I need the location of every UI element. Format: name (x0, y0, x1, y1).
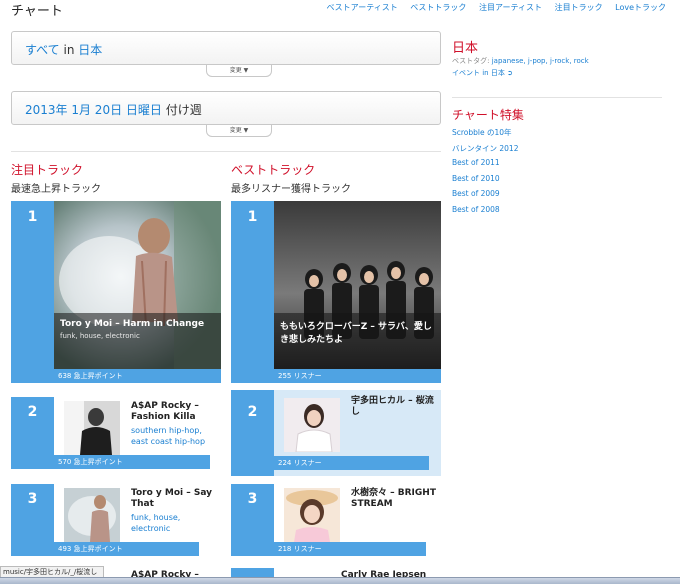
scope-country-link[interactable]: 日本 (78, 43, 102, 57)
sidebar-top-tags: ベストタグ: japanese, j-pop, j-rock, rock (452, 56, 589, 66)
feature-link[interactable]: Scrobble の10年 (452, 128, 512, 137)
feature-link[interactable]: Best of 2010 (452, 174, 500, 183)
list-item: バレンタイン 2012 (452, 143, 518, 159)
track-info: 水樹奈々 – BRIGHT STREAM (351, 488, 441, 510)
track-thumbnail[interactable] (64, 488, 120, 542)
top-tags-label: ベストタグ: (452, 57, 490, 65)
rank-number: 1 (11, 201, 54, 383)
listeners-bar: 224 リスナー (274, 456, 429, 470)
rank-number: 2 (231, 390, 274, 476)
track-tags[interactable]: funk, house, electronic (131, 512, 221, 534)
top-tags-links[interactable]: japanese, j-pop, j-rock, rock (492, 57, 589, 65)
track-title[interactable]: 宇多田ヒカル – 桜流し (351, 396, 441, 418)
top-track-card[interactable]: 3 水樹奈々 – BRIGHT STREAM 218 リスナー (231, 484, 441, 556)
rank-number: 3 (231, 484, 274, 556)
chart-features-list: Scrobble の10年 バレンタイン 2012 Best of 2011 B… (452, 127, 518, 220)
track-thumbnail[interactable] (284, 398, 340, 452)
list-item: Scrobble の10年 (452, 127, 518, 143)
track-tags[interactable]: southern hip-hop, east coast hip-hop (131, 425, 221, 447)
points-bar: 638 急上昇ポイント (54, 369, 221, 383)
feature-link[interactable]: Best of 2009 (452, 189, 500, 198)
nav-hot-tracks[interactable]: 注目トラック (555, 3, 603, 12)
track-title[interactable]: 水樹奈々 – BRIGHT STREAM (351, 488, 441, 510)
track-info: 宇多田ヒカル – 桜流し (351, 396, 441, 418)
scope-filter: すべて in 日本 変更 ▼ (11, 31, 441, 77)
week-change-button[interactable]: 変更 ▼ (206, 125, 272, 137)
top-tracks-heading: ベストトラック (231, 163, 316, 177)
hot-track-card[interactable]: 2 A$AP Rocky – Fashion Killa southern hi… (11, 397, 221, 469)
rank-number: 1 (231, 201, 274, 383)
track-caption: ももいろクローバーZ – サラバ、愛しき悲しみたちよ (274, 313, 441, 369)
track-title[interactable]: Toro y Moi – Say That (131, 488, 221, 510)
hot-tracks-header: 注目トラック 最速急上昇トラック (11, 161, 101, 195)
list-item: Best of 2009 (452, 189, 518, 205)
top-bar: チャート ベストアーティスト ベストトラック 注目アーティスト 注目トラック L… (0, 0, 680, 22)
top-track-card[interactable]: 1 ももいろクローバーZ – サラバ、愛しき悲しみたちよ 255 リスナー (231, 201, 441, 383)
rank-number: 3 (11, 484, 54, 556)
listeners-bar: 218 リスナー (274, 542, 426, 556)
nav-best-tracks[interactable]: ベストトラック (410, 3, 466, 12)
scope-filter-text: すべて in 日本 (25, 41, 102, 58)
hot-track-card[interactable]: 1 Toro y Moi – Harm in Change funk, hous… (11, 201, 221, 383)
nav-loved-tracks[interactable]: Loveトラック (615, 3, 666, 12)
nav-hot-artists[interactable]: 注目アーティスト (479, 3, 542, 12)
top-track-card[interactable]: 2 宇多田ヒカル – 桜流し 224 リスナー (231, 390, 441, 476)
nav-best-artists[interactable]: ベストアーティスト (327, 3, 398, 12)
feature-link[interactable]: バレンタイン 2012 (452, 144, 518, 153)
scope-in-label: in (63, 43, 75, 57)
sidebar-divider (452, 97, 662, 98)
track-caption: Toro y Moi – Harm in Change funk, house,… (54, 313, 221, 369)
divider (11, 151, 441, 152)
track-thumbnail[interactable] (64, 401, 120, 455)
scope-all-link[interactable]: すべて (25, 43, 60, 57)
track-thumbnail[interactable] (284, 488, 340, 542)
rank-number: 2 (11, 397, 54, 469)
events-link[interactable]: イベント in 日本 ➲ (452, 68, 513, 78)
week-date-link[interactable]: 2013年 1月 20日 日曜日 (25, 103, 162, 117)
points-bar: 570 急上昇ポイント (54, 455, 210, 469)
track-tags: funk, house, electronic (60, 332, 140, 340)
track-title[interactable]: Toro y Moi – Harm in Change (60, 319, 215, 329)
hot-tracks-subheading: 最速急上昇トラック (11, 184, 101, 195)
list-item: Best of 2010 (452, 174, 518, 190)
points-bar: 493 急上昇ポイント (54, 542, 199, 556)
listeners-bar: 255 リスナー (274, 369, 441, 383)
list-item: Best of 2008 (452, 205, 518, 221)
chart-features-heading: チャート特集 (452, 108, 524, 122)
track-title[interactable]: ももいろクローバーZ – サラバ、愛しき悲しみたちよ (280, 319, 435, 345)
top-tracks-subheading: 最多リスナー獲得トラック (231, 184, 351, 195)
week-suffix-label: 付け週 (165, 103, 202, 117)
hot-track-card[interactable]: 3 Toro y Moi – Say That funk, house, ele… (11, 484, 221, 556)
track-info: A$AP Rocky – Fashion Killa southern hip-… (131, 401, 221, 447)
top-tracks-header: ベストトラック 最多リスナー獲得トラック (231, 161, 351, 195)
page-title: チャート (11, 4, 63, 19)
list-item: Best of 2011 (452, 158, 518, 174)
track-title[interactable]: A$AP Rocky – Fashion Killa (131, 401, 221, 423)
week-filter-text: 2013年 1月 20日 日曜日 付け週 (25, 101, 202, 118)
sidebar-country-heading: 日本 (452, 41, 479, 56)
os-taskbar (0, 577, 680, 584)
week-filter: 2013年 1月 20日 日曜日 付け週 変更 ▼ (11, 91, 441, 137)
chart-nav: ベストアーティスト ベストトラック 注目アーティスト 注目トラック Loveトラ… (317, 2, 666, 13)
scope-change-button[interactable]: 変更 ▼ (206, 65, 272, 77)
hot-tracks-heading: 注目トラック (11, 163, 84, 177)
track-info: Toro y Moi – Say That funk, house, elect… (131, 488, 221, 534)
feature-link[interactable]: Best of 2011 (452, 158, 500, 167)
feature-link[interactable]: Best of 2008 (452, 205, 500, 214)
